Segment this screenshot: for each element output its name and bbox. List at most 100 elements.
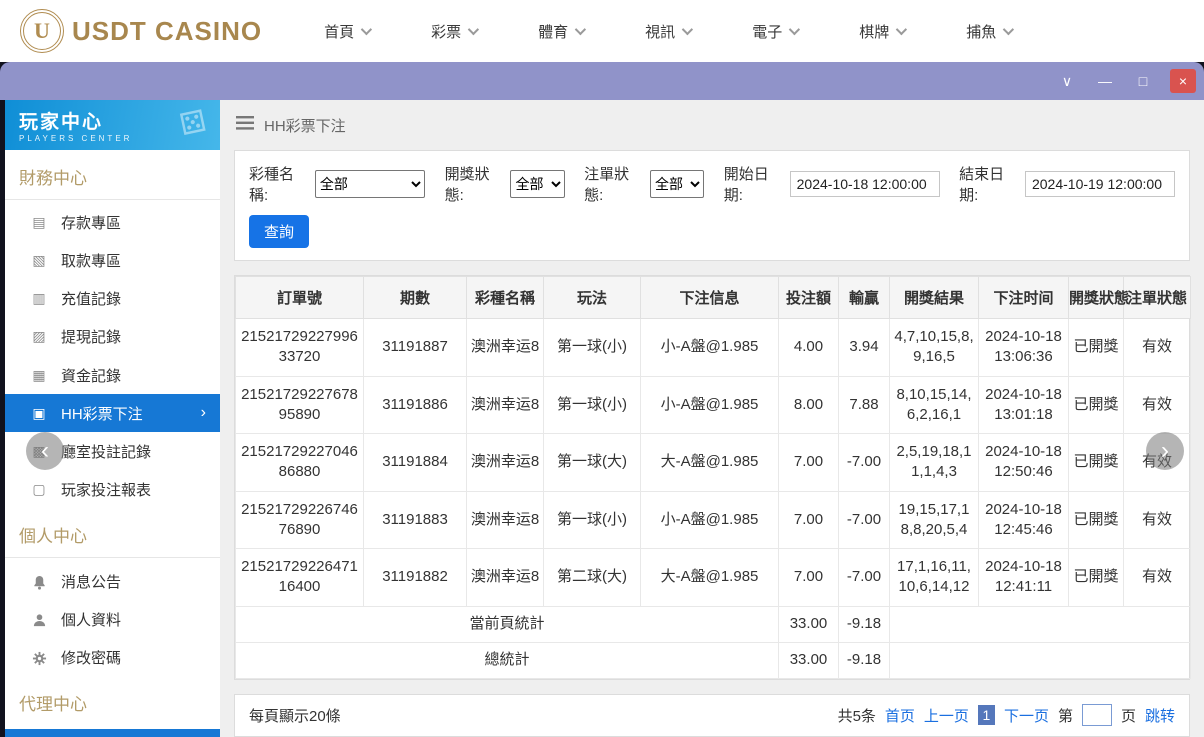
jump-link[interactable]: 跳转: [1145, 705, 1175, 726]
minimize-button[interactable]: —: [1094, 69, 1116, 93]
sidebar-item-withdraw[interactable]: ▧ 取款專區: [5, 242, 220, 280]
grand-total-empty: [889, 641, 1191, 679]
page-number-input[interactable]: [1081, 704, 1112, 727]
cell-result: 4,7,10,15,8,9,16,5: [889, 318, 979, 377]
chevron-down-icon: [895, 23, 908, 36]
nav-item-slots[interactable]: 電子: [752, 21, 801, 42]
grand-total-win: -9.18: [838, 641, 890, 679]
nav-label: 棋牌: [859, 23, 890, 41]
sidebar-item-label: 修改密碼: [61, 649, 122, 667]
order-status-select[interactable]: 全部: [650, 170, 705, 199]
cell-order-no: 2152172922647116400: [235, 548, 364, 607]
recharge-records-icon: ▥: [32, 290, 46, 307]
cell-bet-info: 大-A盤@1.985: [640, 433, 779, 492]
sidebar-item-fund-records[interactable]: ▦ 資金記錄: [5, 356, 220, 394]
player-bet-report-icon: ▢: [32, 480, 46, 497]
table-row: 2152172922647116400 31191882 澳洲幸运8 第二球(大…: [235, 548, 1191, 607]
cell-order-no: 2152172922704686880: [235, 433, 364, 492]
col-lottery-name: 彩種名稱: [466, 276, 544, 320]
cell-order-status: 有效: [1123, 548, 1191, 607]
collapse-button[interactable]: ∨: [1056, 69, 1078, 93]
nav-item-sports[interactable]: 體育: [538, 21, 587, 42]
cell-lottery: 澳洲幸运8: [466, 375, 544, 435]
sidebar-item-announcements[interactable]: 消息公告: [5, 562, 220, 600]
nav-item-home[interactable]: 首頁: [324, 21, 373, 42]
cell-bet-info: 小-A盤@1.985: [640, 490, 779, 550]
lottery-name-select[interactable]: 全部: [314, 170, 426, 199]
hamburger-menu-icon[interactable]: [236, 116, 254, 134]
top-navigation: U USDT CASINO 首頁 彩票 體育 視訊 電子 棋牌 捕魚: [0, 0, 1204, 62]
cell-bet-info: 小-A盤@1.985: [640, 375, 779, 435]
col-draw-result: 開獎結果: [889, 276, 979, 320]
next-page-link[interactable]: 下一页: [1004, 705, 1049, 726]
cell-order-no: 2152172922799633720: [235, 318, 364, 377]
cell-win: 7.88: [838, 375, 890, 435]
nav-item-cards[interactable]: 棋牌: [859, 21, 908, 42]
start-date-input[interactable]: [789, 171, 940, 198]
close-button[interactable]: ×: [1170, 69, 1196, 93]
sidebar-item-label: 消息公告: [61, 573, 122, 591]
nav-label: 捕魚: [966, 23, 997, 41]
cell-lottery: 澳洲幸运8: [466, 433, 544, 492]
withdraw-records-icon: ▨: [32, 328, 46, 345]
gear-icon: [29, 649, 49, 666]
cell-lottery: 澳洲幸运8: [466, 318, 544, 377]
cell-win: -7.00: [838, 548, 890, 607]
sidebar-item-hh-lottery-bets[interactable]: ▣ HH彩票下注 ›: [5, 394, 220, 433]
cell-time: 2024-10-18 13:06:36: [978, 318, 1069, 377]
sidebar-item-profile[interactable]: 個人資料: [5, 600, 220, 638]
per-page-label: 每頁顯示20條: [249, 707, 341, 725]
chevron-down-icon: [467, 23, 480, 36]
cell-play: 第一球(小): [543, 318, 641, 377]
window-title-bar: ∨ — □ ×: [0, 62, 1204, 100]
prev-page-link[interactable]: 上一页: [924, 705, 969, 726]
sidebar: 玩家中心 PLAYERS CENTER ⚄ 財務中心 ▤ 存款專區 ▧ 取款專區…: [5, 100, 220, 737]
cell-lottery: 澳洲幸运8: [466, 490, 544, 550]
sidebar-item-deposit[interactable]: ▤ 存款專區: [5, 204, 220, 242]
end-date-input[interactable]: [1024, 171, 1175, 198]
sidebar-item-withdraw-records[interactable]: ▨ 提現記錄: [5, 318, 220, 356]
carousel-right-arrow-icon[interactable]: ›: [1146, 432, 1184, 470]
query-button[interactable]: 查詢: [249, 215, 310, 249]
col-amount: 投注額: [778, 276, 839, 320]
draw-status-select[interactable]: 全部: [510, 170, 565, 199]
carousel-left-arrow-icon[interactable]: ‹: [26, 432, 64, 470]
sidebar-item-player-bet-report[interactable]: ▢ 玩家投注報表: [5, 470, 220, 508]
sidebar-item-recharge-records[interactable]: ▥ 充值記錄: [5, 280, 220, 318]
nav-item-lottery[interactable]: 彩票: [431, 21, 480, 42]
start-date-label: 開始日期:: [723, 166, 769, 205]
table-row: 2152172922799633720 31191887 澳洲幸运8 第一球(小…: [235, 318, 1191, 377]
cell-order-status: 有效: [1123, 490, 1191, 550]
filter-panel: 彩種名稱: 全部 開獎狀態: 全部 注單狀態: 全部 開始日期: 結束日期: 查…: [234, 150, 1190, 262]
sidebar-item-label: 取款專區: [61, 253, 122, 271]
first-page-link[interactable]: 首页: [885, 705, 915, 726]
cell-order-no: 2152172922674676890: [235, 490, 364, 550]
grand-total-row: 總統計 33.00 -9.18: [235, 641, 1191, 679]
cell-draw-status: 已開獎: [1068, 375, 1124, 435]
nav-label: 首頁: [324, 23, 355, 41]
section-agent-center: 代理中心: [19, 695, 87, 715]
bets-table-panel: 訂單號 期數 彩種名稱 玩法 下注信息 投注額 輸贏 開獎結果 下注时间 開獎狀…: [234, 275, 1191, 680]
cell-amount: 7.00: [778, 548, 839, 607]
section-personal-center: 個人中心: [5, 508, 220, 559]
total-count-label: 共5条: [837, 707, 876, 725]
main-menu: 首頁 彩票 體育 視訊 電子 棋牌 捕魚: [324, 21, 1015, 42]
sidebar-item-change-password[interactable]: 修改密碼: [5, 638, 220, 676]
hh-lottery-bets-icon: ▣: [32, 404, 46, 421]
pagination-bar: 每頁顯示20條 共5条 首页 上一页 1 下一页 第 页 跳转: [234, 693, 1190, 737]
cell-amount: 4.00: [778, 318, 839, 377]
nav-item-fishing[interactable]: 捕魚: [966, 21, 1015, 42]
nav-item-live[interactable]: 視訊: [645, 21, 694, 42]
maximize-button[interactable]: □: [1132, 69, 1154, 93]
cell-amount: 7.00: [778, 433, 839, 492]
table-row: 2152172922767895890 31191886 澳洲幸运8 第一球(小…: [235, 375, 1191, 435]
breadcrumb: HH彩票下注: [220, 100, 1204, 150]
app-body: 玩家中心 PLAYERS CENTER ⚄ 財務中心 ▤ 存款專區 ▧ 取款專區…: [0, 100, 1204, 737]
table-row: 2152172922674676890 31191883 澳洲幸运8 第一球(小…: [235, 490, 1191, 550]
brand[interactable]: U USDT CASINO: [20, 9, 262, 53]
page-total-label: 當前頁統計: [235, 605, 779, 643]
cell-time: 2024-10-18 12:41:11: [978, 548, 1069, 607]
bell-icon: [29, 573, 49, 590]
chevron-right-icon: ›: [200, 404, 206, 422]
col-order-status: 注單狀態: [1123, 276, 1191, 320]
